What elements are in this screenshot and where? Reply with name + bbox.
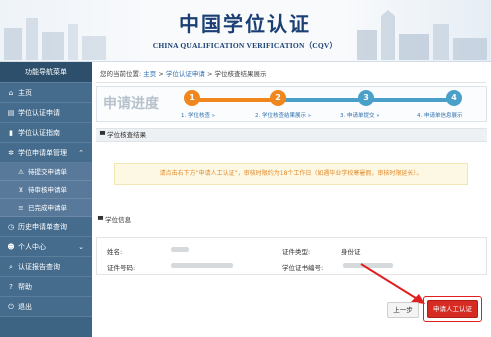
cart-icon: ⊻: [18, 186, 24, 194]
sidebar-item-label: 学位申请单管理: [18, 149, 67, 157]
notice-banner: 请点击右下方“申请人工认证”，审核时限约为18个工作日（如遇毕业学校寒暑假，审核…: [114, 163, 468, 185]
breadcrumb-home-link[interactable]: 主页: [143, 70, 156, 78]
progress-line-done: [192, 98, 278, 102]
result-section-title: 学位核查结果: [107, 131, 147, 139]
campus-skyline-right-image: [357, 10, 487, 60]
sidebar-item-report[interactable]: ⌕ 认证报告查询: [0, 257, 92, 277]
id-number-value-redacted: [171, 263, 233, 268]
power-icon: ⏻: [8, 303, 14, 311]
previous-step-button[interactable]: 上一步: [387, 302, 419, 318]
result-section-header: ▀ 学位核查结果: [96, 128, 487, 142]
section-marker-icon: ▀: [100, 131, 105, 139]
campus-skyline-left-image: [4, 18, 106, 60]
sidebar-subitem-completed[interactable]: ≡ 已完成申请单: [0, 199, 92, 217]
sidebar-item-label: 认证报告查询: [18, 263, 60, 271]
step-4-label: 4. 申请单信息展示: [417, 113, 463, 119]
breadcrumb-separator: >: [158, 70, 166, 78]
apply-manual-verification-button[interactable]: 申请人工认证: [427, 300, 478, 318]
search-icon: ⌕: [9, 263, 13, 271]
sidebar-item-guide[interactable]: ▮ 学位认证指南: [0, 123, 92, 143]
sidebar-subitem-label: 待审核申请单: [28, 186, 67, 194]
book-icon: ▮: [9, 129, 13, 137]
history-icon: ◷: [7, 223, 15, 231]
sidebar-subitem-pending-submit[interactable]: ⚠ 待提交申请单: [0, 163, 92, 181]
sidebar-item-home[interactable]: ⌂ 主页: [0, 83, 92, 103]
sidebar-title: 功能导航菜单: [0, 62, 92, 83]
sidebar-nav: 功能导航菜单 ⌂ 主页 ▤ 学位认证申请 ▮ 学位认证指南 ✲ 学位申请单管理 ⌃ ⚠ 待…: [0, 62, 92, 337]
site-header: 中国学位认证 CHINA QUALIFICATION VERIFICATION（…: [0, 0, 491, 62]
gear-icon: ✲: [8, 149, 14, 157]
cert-number-label: 学位证书编号:: [282, 264, 324, 272]
document-icon: ▤: [7, 109, 15, 117]
breadcrumb: 您的当前位置: 主页 > 学位认证申请 > 学位核查结果展示: [100, 68, 266, 78]
user-icon: ☻: [7, 243, 15, 251]
sidebar-subitem-label: 待提交申请单: [28, 168, 67, 176]
step-1-marker: 1: [184, 90, 200, 106]
main-content: 您的当前位置: 主页 > 学位认证申请 > 学位核查结果展示 申请进度 1 2 …: [92, 62, 491, 337]
name-label: 姓名:: [107, 248, 123, 256]
stack-icon: ≡: [18, 204, 24, 212]
divider: [96, 82, 486, 83]
sidebar-subitem-pending-review[interactable]: ⊻ 待审核申请单: [0, 181, 92, 199]
home-icon: ⌂: [8, 89, 14, 97]
sidebar-item-label: 学位认证申请: [18, 109, 60, 117]
chevron-down-icon: ⌄: [78, 243, 84, 251]
degree-info-heading: ▀ 学位信息: [98, 214, 131, 224]
sidebar-item-label: 退出: [18, 303, 32, 311]
step-4-marker: 4: [446, 90, 462, 106]
site-logo[interactable]: 中国学位认证 CHINA QUALIFICATION VERIFICATION（…: [125, 8, 365, 51]
step-3-marker: 3: [358, 90, 374, 106]
help-icon: ?: [9, 283, 13, 291]
step-1-label: 1. 学位核查 »: [181, 113, 216, 119]
chevron-up-icon: ⌃: [78, 149, 84, 157]
sidebar-item-apply[interactable]: ▤ 学位认证申请: [0, 103, 92, 123]
breadcrumb-current: 学位核查结果展示: [214, 70, 267, 78]
id-type-value: 身份证: [341, 248, 361, 256]
sidebar-item-history[interactable]: ◷ 历史申请单查询: [0, 217, 92, 237]
sidebar-subitem-label: 已完成申请单: [28, 204, 67, 212]
sidebar-item-logout[interactable]: ⏻ 退出: [0, 297, 92, 317]
progress-panel: 申请进度 1 2 3 4 1. 学位核查 » 2. 学位核查结果展示 » 3. …: [96, 86, 487, 122]
id-type-label: 证件类型:: [282, 248, 311, 256]
step-2-label: 2. 学位核查结果展示 »: [255, 113, 312, 119]
step-3-label: 3. 申请单提交 »: [340, 113, 380, 119]
id-number-label: 证件号码:: [107, 264, 136, 272]
site-title-cn: 中国学位认证: [179, 12, 311, 36]
sidebar-item-label: 个人中心: [18, 243, 46, 251]
sidebar-item-help[interactable]: ? 帮助: [0, 277, 92, 297]
section-marker-icon: ▀: [98, 216, 103, 224]
warning-icon: ⚠: [18, 168, 24, 176]
sidebar-item-label: 历史申请单查询: [18, 223, 67, 231]
sidebar-item-label: 学位认证指南: [18, 129, 60, 137]
breadcrumb-prefix: 您的当前位置:: [100, 70, 142, 78]
sidebar-item-label: 主页: [18, 89, 32, 97]
name-value-redacted: [171, 247, 189, 252]
site-title-en: CHINA QUALIFICATION VERIFICATION（CQV）: [152, 41, 338, 50]
sidebar-item-profile[interactable]: ☻ 个人中心 ⌄: [0, 237, 92, 257]
degree-info-title: 学位信息: [105, 216, 132, 224]
breadcrumb-apply-link[interactable]: 学位认证申请: [166, 70, 205, 78]
sidebar-item-manage[interactable]: ✲ 学位申请单管理 ⌃: [0, 143, 92, 163]
progress-title: 申请进度: [103, 96, 159, 112]
step-2-marker: 2: [270, 90, 286, 106]
sidebar-item-label: 帮助: [18, 283, 32, 291]
